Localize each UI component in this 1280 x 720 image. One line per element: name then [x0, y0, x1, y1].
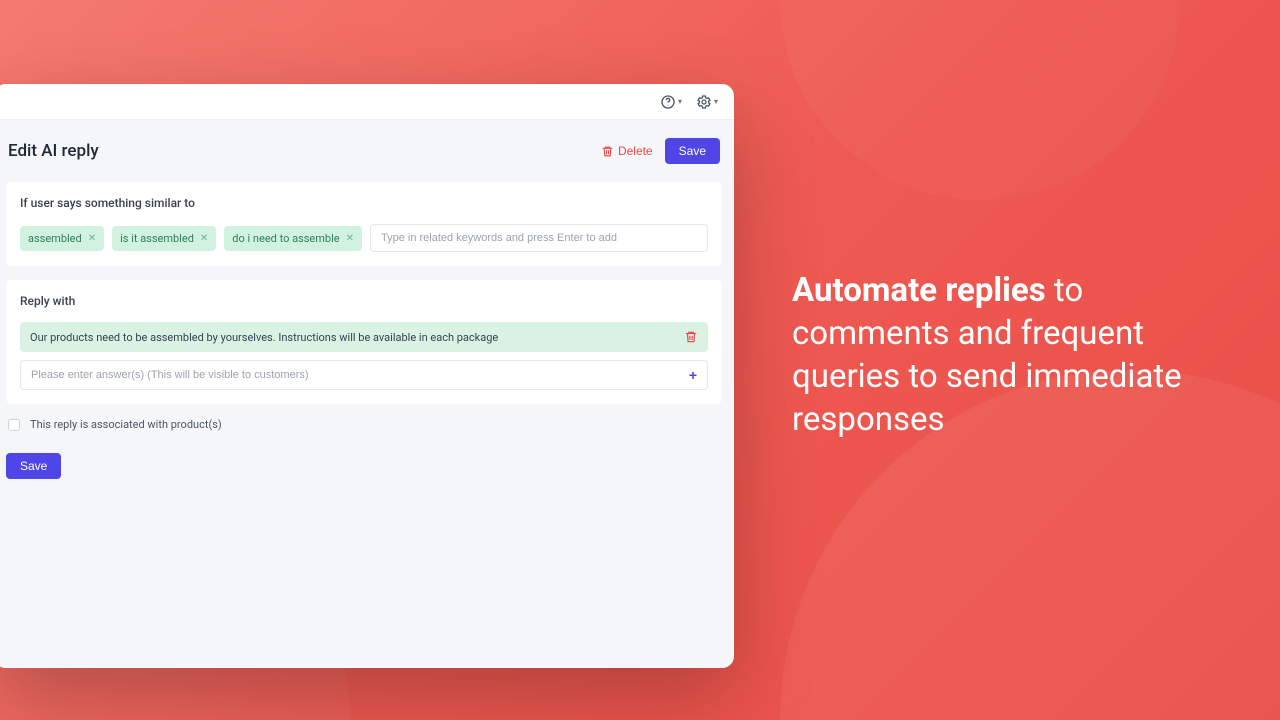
tag-remove-icon[interactable]: ✕: [346, 233, 354, 244]
keywords-card: If user says something similar to assemb…: [6, 182, 722, 266]
keyword-input[interactable]: [370, 224, 708, 252]
keyword-tag[interactable]: do i need to assemble ✕: [224, 226, 362, 251]
tag-remove-icon[interactable]: ✕: [200, 233, 208, 244]
save-button-top[interactable]: Save: [665, 138, 720, 164]
settings-button[interactable]: ▾: [696, 94, 718, 110]
delete-button[interactable]: Delete: [601, 144, 653, 158]
gear-icon: [696, 94, 712, 110]
help-button[interactable]: ▾: [660, 94, 682, 110]
checkbox-icon: [8, 419, 20, 431]
keywords-tag-row: assembled ✕ is it assembled ✕ do i need …: [20, 224, 708, 252]
chevron-down-icon: ▾: [678, 97, 682, 106]
page-title: Edit AI reply: [8, 141, 99, 161]
associate-checkbox-row[interactable]: This reply is associated with product(s): [6, 418, 722, 431]
reply-answer-text: Our products need to be assembled by you…: [30, 331, 498, 344]
tag-label: assembled: [28, 232, 82, 245]
associate-label: This reply is associated with product(s): [30, 418, 222, 431]
promo-text: Automate replies to comments and frequen…: [792, 270, 1192, 442]
answer-input-row: +: [20, 360, 708, 390]
save-button-bottom[interactable]: Save: [6, 453, 61, 479]
delete-label: Delete: [618, 144, 653, 158]
trash-icon: [601, 145, 614, 158]
content-area: Edit AI reply Delete Save If user says s…: [0, 120, 734, 668]
promo-bold: Automate replies: [792, 271, 1046, 310]
answer-input[interactable]: [31, 369, 689, 381]
keyword-tag[interactable]: assembled ✕: [20, 226, 104, 251]
delete-answer-button[interactable]: [684, 330, 698, 344]
tag-label: do i need to assemble: [232, 232, 339, 245]
reply-answer-item: Our products need to be assembled by you…: [20, 322, 708, 352]
tag-remove-icon[interactable]: ✕: [88, 233, 96, 244]
tag-label: is it assembled: [120, 232, 194, 245]
app-window: ▾ ▾ Edit AI reply Delete: [0, 84, 734, 668]
keyword-tag[interactable]: is it assembled ✕: [112, 226, 216, 251]
chevron-down-icon: ▾: [714, 97, 718, 106]
add-answer-button[interactable]: +: [689, 367, 697, 383]
reply-title: Reply with: [20, 294, 708, 308]
help-icon: [660, 94, 676, 110]
keywords-title: If user says something similar to: [20, 196, 708, 210]
trash-icon: [684, 330, 698, 344]
topbar: ▾ ▾: [0, 84, 734, 120]
reply-card: Reply with Our products need to be assem…: [6, 280, 722, 404]
